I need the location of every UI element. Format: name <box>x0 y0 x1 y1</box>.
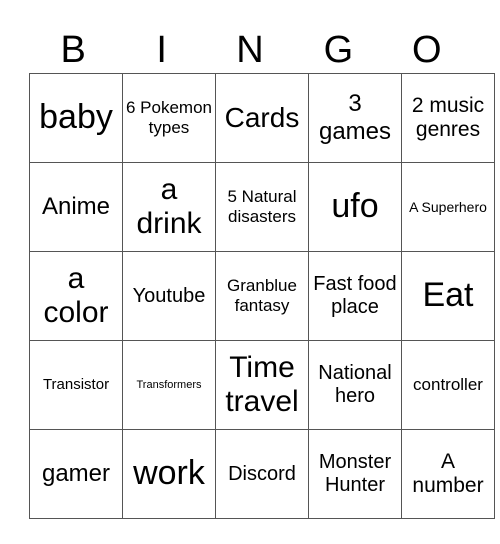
bingo-cell[interactable]: Monster Hunter <box>308 429 402 519</box>
bingo-cell[interactable]: 2 music genres <box>401 73 495 163</box>
bingo-grid: baby 6 Pokemon types Cards 3 games 2 music g… <box>29 73 495 519</box>
bingo-cell[interactable]: Transistor <box>29 340 123 430</box>
bingo-cell[interactable]: Fast food place <box>308 251 402 341</box>
bingo-cell[interactable]: 6 Pokemon types <box>122 73 216 163</box>
header-letter-o: O <box>412 29 442 71</box>
grid-row: a color Youtube Granblue fantasy Fast food … <box>29 251 495 341</box>
bingo-cell[interactable]: work <box>122 429 216 519</box>
header-letter-g: G <box>323 29 354 71</box>
grid-row: baby 6 Pokemon types Cards 3 games 2 music g… <box>29 73 495 163</box>
bingo-cell[interactable]: A number <box>401 429 495 519</box>
bingo-cell[interactable]: controller <box>401 340 495 430</box>
bingo-cell[interactable]: baby <box>29 73 123 163</box>
bingo-cell[interactable]: 5 Natural disasters <box>215 162 309 252</box>
bingo-cell[interactable]: gamer <box>29 429 123 519</box>
header-letter-i: I <box>156 29 167 71</box>
bingo-cell[interactable]: Transformers <box>122 340 216 430</box>
bingo-cell[interactable]: Youtube <box>122 251 216 341</box>
header-letter-b: B <box>60 29 86 71</box>
grid-row: Transistor Transformers Time travel Nationa… <box>29 340 495 430</box>
bingo-cell[interactable]: 3 games <box>308 73 402 163</box>
grid-row: Anime a drink 5 Natural disasters ufo A Supe… <box>29 162 495 252</box>
bingo-cell[interactable]: Time travel <box>215 340 309 430</box>
bingo-cell[interactable]: a drink <box>122 162 216 252</box>
bingo-cell[interactable]: a color <box>29 251 123 341</box>
bingo-cell[interactable]: Discord <box>215 429 309 519</box>
bingo-cell[interactable]: Eat <box>401 251 495 341</box>
grid-row: gamer work Discord Monster Hunter A number <box>29 429 495 519</box>
bingo-cell[interactable]: ufo <box>308 162 402 252</box>
header-letter-n: N <box>236 29 264 71</box>
bingo-header: B I N G O <box>29 28 471 72</box>
bingo-cell[interactable]: Anime <box>29 162 123 252</box>
bingo-cell[interactable]: A Superhero <box>401 162 495 252</box>
bingo-cell[interactable]: Cards <box>215 73 309 163</box>
bingo-cell[interactable]: Granblue fantasy <box>215 251 309 341</box>
bingo-cell[interactable]: National hero <box>308 340 402 430</box>
